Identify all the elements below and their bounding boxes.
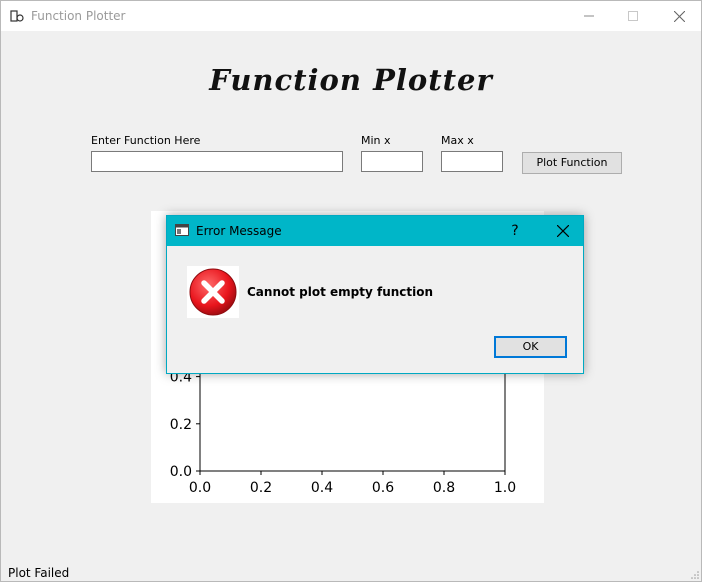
function-input[interactable] (91, 151, 343, 172)
close-icon (557, 225, 569, 237)
x-tick-label: 0.0 (189, 480, 211, 496)
resize-grip-icon[interactable] (691, 571, 699, 579)
maximize-button[interactable] (611, 1, 655, 31)
plot-function-button[interactable]: Plot Function (522, 152, 622, 174)
app-icon (10, 10, 24, 22)
help-icon: ? (511, 223, 519, 239)
status-bar-text: Plot Failed (8, 566, 70, 580)
dialog-window-icon (175, 224, 189, 236)
y-tick-label: 0.2 (170, 417, 192, 433)
window-title: Function Plotter (31, 9, 126, 23)
error-icon (187, 266, 239, 318)
error-dialog: Error Message ? Cannot plot empty functi… (166, 215, 584, 374)
x-tick-label: 0.6 (372, 480, 394, 496)
y-tick-label: 0.0 (170, 464, 192, 480)
x-tick-label: 0.4 (311, 480, 333, 496)
close-button[interactable] (657, 1, 701, 31)
maxx-label: Max x (441, 134, 474, 147)
close-icon (673, 10, 685, 22)
maxx-input[interactable] (441, 151, 503, 172)
error-message: Cannot plot empty function (247, 285, 434, 299)
minimize-button[interactable] (567, 1, 611, 31)
dialog-title-bar[interactable]: Error Message ? (167, 216, 583, 246)
minx-input[interactable] (361, 151, 423, 172)
dialog-title: Error Message (196, 224, 282, 238)
minimize-icon (584, 15, 594, 17)
x-tick-label: 1.0 (494, 480, 516, 496)
x-tick-label: 0.2 (250, 480, 272, 496)
ok-button[interactable]: OK (494, 336, 567, 358)
dialog-help-button[interactable]: ? (499, 216, 531, 246)
app-heading: Function Plotter (209, 63, 493, 97)
maximize-icon (628, 11, 638, 21)
function-label: Enter Function Here (91, 134, 201, 147)
title-bar[interactable]: Function Plotter (1, 1, 701, 31)
dialog-close-button[interactable] (543, 216, 583, 246)
x-tick-label: 0.8 (433, 480, 455, 496)
minx-label: Min x (361, 134, 391, 147)
